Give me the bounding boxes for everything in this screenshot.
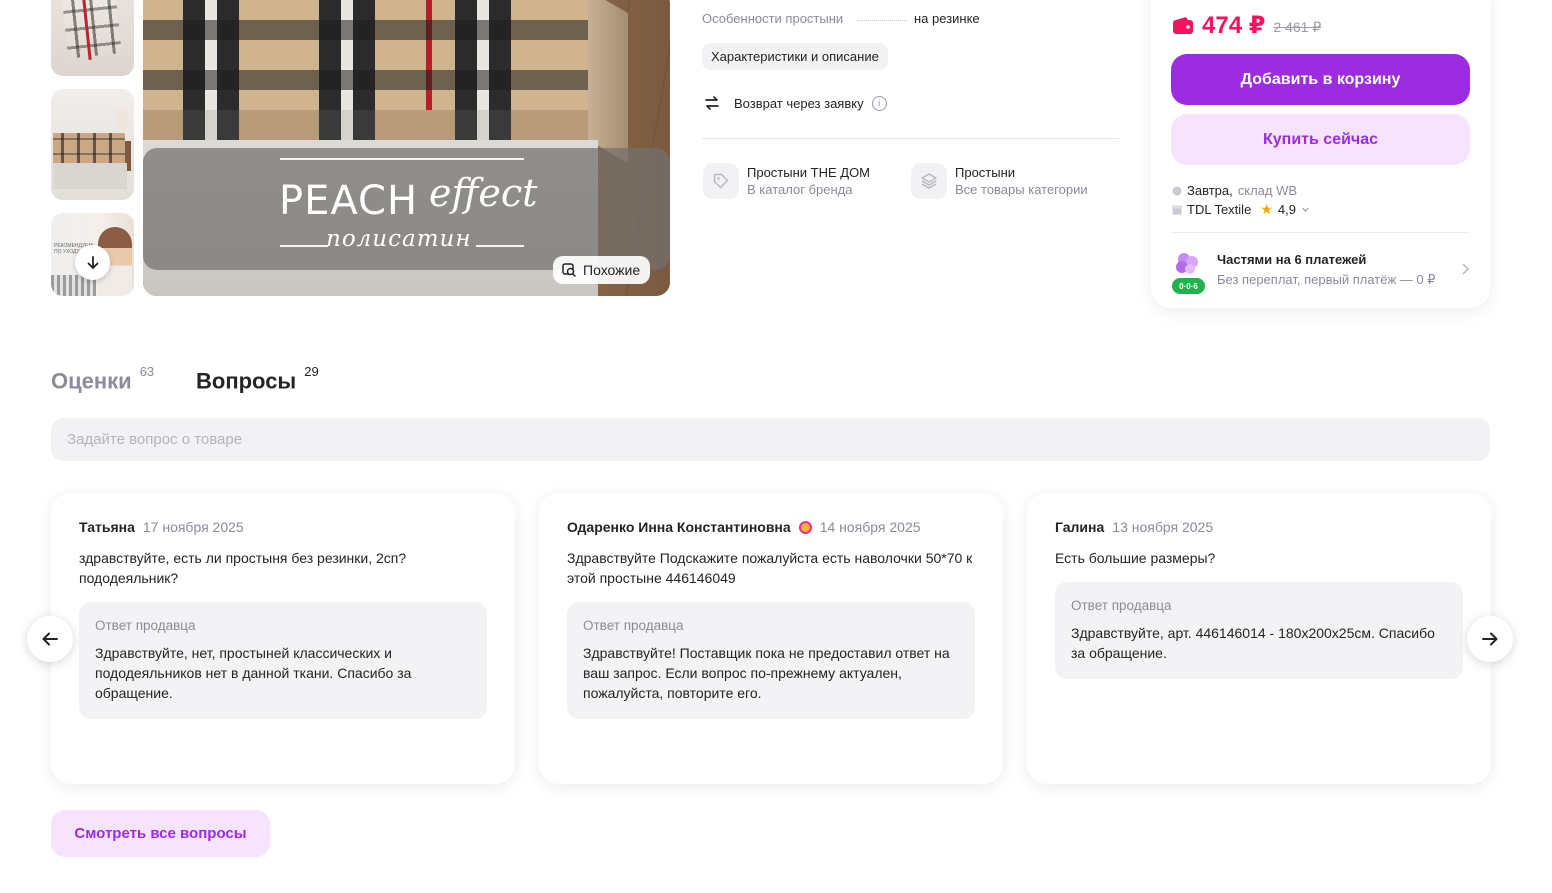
seller-answer-label: Ответ продавца [1071,598,1172,613]
question-card: Одаренко Инна Константиновна 14 ноября 2… [539,493,1003,784]
banner-effect-text: effect [429,171,538,215]
category-link-brand[interactable]: Простыни THE ДОМ В каталог бренда [703,163,870,199]
category-link-sheets-subtitle: Все товары категории [955,182,1088,197]
info-icon[interactable]: i [871,95,887,111]
question-card: Татьяна 17 ноября 2025 здравствуйте, ест… [51,493,515,784]
seller-answer: Ответ продавца Здравствуйте, нет, просты… [79,602,487,719]
similar-button[interactable]: Похожие [553,256,651,284]
thumbnail-2-image [53,133,125,163]
installments-title: Частями на 6 платежей [1217,252,1367,267]
delivery-day: Завтра, [1187,183,1233,198]
return-arrows-icon [705,96,719,110]
banner-brand-text: PEACH [279,178,419,224]
seller-answer-label: Ответ продавца [95,618,196,633]
view-all-questions-button[interactable]: Смотреть все вопросы [51,810,270,857]
arrow-left-icon [42,632,58,646]
delivery-warehouse: склад WB [1237,183,1298,198]
seller-row[interactable]: TDL Textile ★ 4,9 [1172,200,1310,219]
feature-value: на резинке [914,11,980,26]
installments-badge: 0·0·6 [1172,278,1205,294]
seller-rating: 4,9 [1277,202,1296,217]
arrow-down-icon [87,255,98,269]
seller-name: TDL Textile [1187,202,1252,217]
main-product-image[interactable]: PEACH effect полисатин Похожие [143,0,670,296]
delivery-dot-icon [1172,186,1182,195]
tab-questions-count: 29 [304,364,319,379]
question-author: Одаренко Инна Константиновна [567,519,791,535]
seller-answer-text: Здравствуйте! Поставщик пока не предоста… [583,645,950,701]
thumbnail-1-image [62,0,122,59]
chevron-right-icon [1462,263,1470,275]
feature-dots-divider [857,20,907,21]
category-link-brand-title: Простыни THE ДОМ [747,165,871,180]
similar-button-label: Похожие [583,262,641,278]
question-author: Татьяна [79,519,135,535]
category-link-sheets-title: Простыни [955,165,1016,180]
store-icon [1172,205,1182,214]
add-to-cart-button[interactable]: Добавить в корзину [1171,54,1470,105]
thumbnails-scroll-down-button[interactable] [75,245,110,280]
thumbnail-2[interactable] [51,89,134,200]
banner-fabric-text: полисатин [326,226,472,252]
section-divider [702,138,1119,139]
current-price: 474 ₽ [1202,12,1266,39]
question-date: 14 ноября 2025 [819,519,921,535]
tab-reviews-count: 63 [139,364,155,379]
question-text: здравствуйте, есть ли простыня без резин… [79,550,407,586]
chevron-down-icon [1302,207,1309,212]
tab-questions[interactable]: Вопросы 29 [196,364,319,394]
star-icon: ★ [1260,201,1273,217]
question-card: Галина 13 ноября 2025 Есть большие разме… [1027,493,1491,784]
tab-reviews[interactable]: Оценки 63 [51,364,154,394]
carousel-prev-button[interactable] [27,616,73,662]
tab-questions-label: Вопросы [196,368,297,394]
feature-label: Особенности простыни [702,11,844,26]
question-date: 17 ноября 2025 [142,519,244,535]
installments-subtitle: Без переплат, первый платёж — 0 ₽ [1217,272,1436,287]
details-chip[interactable]: Характеристики и описание [702,43,888,70]
search-similar-icon [562,263,576,277]
buy-now-button[interactable]: Купить сейчас [1171,114,1470,165]
question-text: Есть большие размеры? [1055,550,1216,566]
verified-badge-icon [798,520,812,534]
category-link-brand-subtitle: В каталог бренда [747,182,853,197]
arrow-right-icon [1482,632,1498,646]
seller-answer: Ответ продавца Здравствуйте! Поставщик п… [567,602,975,719]
card-divider [1171,232,1470,233]
delivery-info: Завтра, склад WB TDL Textile ★ 4,9 [1172,181,1310,219]
return-policy-label: Возврат через заявку [734,95,864,111]
seller-answer-text: Здравствуйте, нет, простыней классически… [95,645,412,701]
question-date: 13 ноября 2025 [1112,519,1214,535]
price-row: 474 ₽ 2 461 ₽ [1172,11,1321,40]
tag-icon [703,163,739,199]
installments-offer[interactable]: 0·0·6 Частями на 6 платежей Без переплат… [1172,250,1471,296]
ask-question-input[interactable] [51,418,1490,461]
question-author: Галина [1055,519,1105,535]
seller-answer-label: Ответ продавца [583,618,684,633]
old-price: 2 461 ₽ [1273,19,1322,35]
thumbnail-1[interactable] [51,0,134,76]
tab-reviews-label: Оценки [51,368,132,394]
layers-icon [911,163,947,199]
installments-icon: 0·0·6 [1172,250,1205,296]
seller-answer: Ответ продавца Здравствуйте, арт. 446146… [1055,582,1463,679]
return-policy[interactable]: Возврат через заявку i [702,93,887,113]
question-text: Здравствуйте Подскажите пожалуйста есть … [567,550,973,586]
wallet-icon [1173,16,1193,34]
category-link-sheets[interactable]: Простыни Все товары категории [911,163,1088,199]
seller-answer-text: Здравствуйте, арт. 446146014 - 180х200х2… [1071,625,1435,661]
carousel-next-button[interactable] [1467,616,1513,662]
